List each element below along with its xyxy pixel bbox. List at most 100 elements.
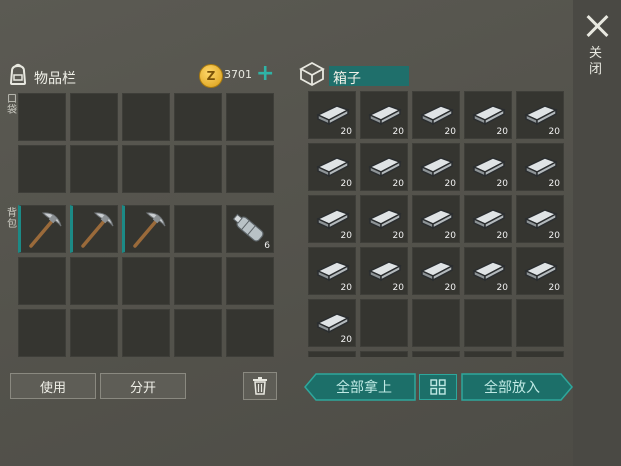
pocket-slot[interactable] [174,145,222,193]
chest-slot[interactable]: 20 [516,91,564,139]
backpack-slot[interactable] [18,257,66,305]
chest-slot[interactable]: 20 [464,195,512,243]
sort-button[interactable] [419,374,457,400]
chest-slot[interactable]: 20 [308,195,356,243]
item-count: 20 [548,231,560,241]
sort-grid-icon [430,379,446,395]
backpack-slot[interactable] [174,205,222,253]
chest-slot[interactable] [412,351,460,357]
coin-count: 3701 [224,68,252,81]
close-label[interactable]: 关闭 [589,46,605,78]
iron-bar-icon [524,105,558,126]
chest-slot[interactable]: 20 [516,247,564,295]
backpack-slot[interactable] [226,309,274,357]
chest-slot[interactable]: 20 [412,91,460,139]
chest-slot[interactable]: 20 [360,195,408,243]
backpack-slot[interactable] [18,309,66,357]
chest-scroll-area[interactable]: 20 20 20 20 20 20 20 20 20 20 20 20 20 20 20 20 20 20 20 20… [308,91,568,357]
pocket-slot[interactable] [122,93,170,141]
put-all-button[interactable]: 全部放入 [461,373,563,401]
chest-title: 箱子 [333,71,361,87]
item-count: 20 [392,283,404,293]
take-all-button[interactable]: 全部拿上 [314,373,414,401]
pocket-label: 口袋 [7,94,17,116]
iron-bar-icon [472,105,506,126]
chest-slot[interactable] [464,299,512,347]
pocket-slot[interactable] [18,93,66,141]
backpack-slot[interactable] [18,205,66,253]
chest-slot[interactable]: 20 [464,143,512,191]
item-count: 20 [340,127,352,137]
pocket-slot[interactable] [70,93,118,141]
backpack-slot[interactable]: 6 [226,205,274,253]
chest-slot[interactable] [360,351,408,357]
item-count: 6 [264,241,270,251]
chest-slot[interactable] [516,351,564,357]
pickaxe-icon [133,212,166,248]
item-count: 20 [496,179,508,189]
pocket-slot[interactable] [70,145,118,193]
backpack-grid: 6 [18,205,274,357]
item-count: 20 [444,179,456,189]
coin-symbol: Z [206,69,216,83]
chest-slot[interactable] [516,299,564,347]
iron-bar-icon [524,261,558,282]
chest-slot[interactable] [464,351,512,357]
backpack-slot[interactable] [174,309,222,357]
chest-slot[interactable]: 20 [464,91,512,139]
close-icon[interactable] [585,14,609,38]
iron-bar-icon [316,313,350,334]
coin-icon: Z [199,64,223,88]
chest-slot[interactable] [412,299,460,347]
iron-bar-icon [316,209,350,230]
chest-slot[interactable]: 20 [412,143,460,191]
backpack-label: 背包 [7,208,17,230]
chest-slot[interactable] [360,299,408,347]
chest-slot[interactable]: 20 [308,299,356,347]
use-button[interactable]: 使用 [10,373,96,399]
add-coins-button[interactable]: + [256,61,274,86]
item-count: 20 [340,179,352,189]
backpack-slot[interactable] [122,257,170,305]
iron-bar-icon [524,209,558,230]
iron-bar-icon [368,157,402,178]
backpack-icon [9,63,27,85]
item-count: 20 [444,283,456,293]
chest-slot[interactable]: 20 [516,143,564,191]
pocket-slot[interactable] [226,93,274,141]
backpack-slot[interactable] [70,257,118,305]
backpack-slot[interactable] [122,205,170,253]
chest-slot[interactable]: 20 [360,91,408,139]
chest-slot[interactable]: 20 [308,143,356,191]
pickaxe-icon [81,212,114,248]
chest-slot[interactable] [308,351,356,357]
iron-bar-icon [368,209,402,230]
iron-bar-icon [472,209,506,230]
pocket-slot[interactable] [122,145,170,193]
iron-bar-icon [368,261,402,282]
backpack-slot[interactable] [70,205,118,253]
pocket-slot[interactable] [174,93,222,141]
trash-button[interactable] [243,372,277,400]
item-count: 20 [548,127,560,137]
chest-slot[interactable]: 20 [360,143,408,191]
item-count: 20 [392,127,404,137]
backpack-slot[interactable] [122,309,170,357]
chest-slot[interactable]: 20 [308,247,356,295]
iron-bar-icon [472,261,506,282]
chest-slot[interactable]: 20 [360,247,408,295]
chest-slot[interactable]: 20 [308,91,356,139]
backpack-slot[interactable] [174,257,222,305]
chest-slot[interactable]: 20 [412,195,460,243]
pocket-grid [18,93,274,193]
backpack-slot[interactable] [70,309,118,357]
chest-icon [299,61,325,87]
pocket-slot[interactable] [226,145,274,193]
pocket-slot[interactable] [18,145,66,193]
split-button[interactable]: 分开 [100,373,186,399]
item-count: 20 [444,127,456,137]
chest-slot[interactable]: 20 [516,195,564,243]
chest-slot[interactable]: 20 [412,247,460,295]
chest-slot[interactable]: 20 [464,247,512,295]
backpack-slot[interactable] [226,257,274,305]
